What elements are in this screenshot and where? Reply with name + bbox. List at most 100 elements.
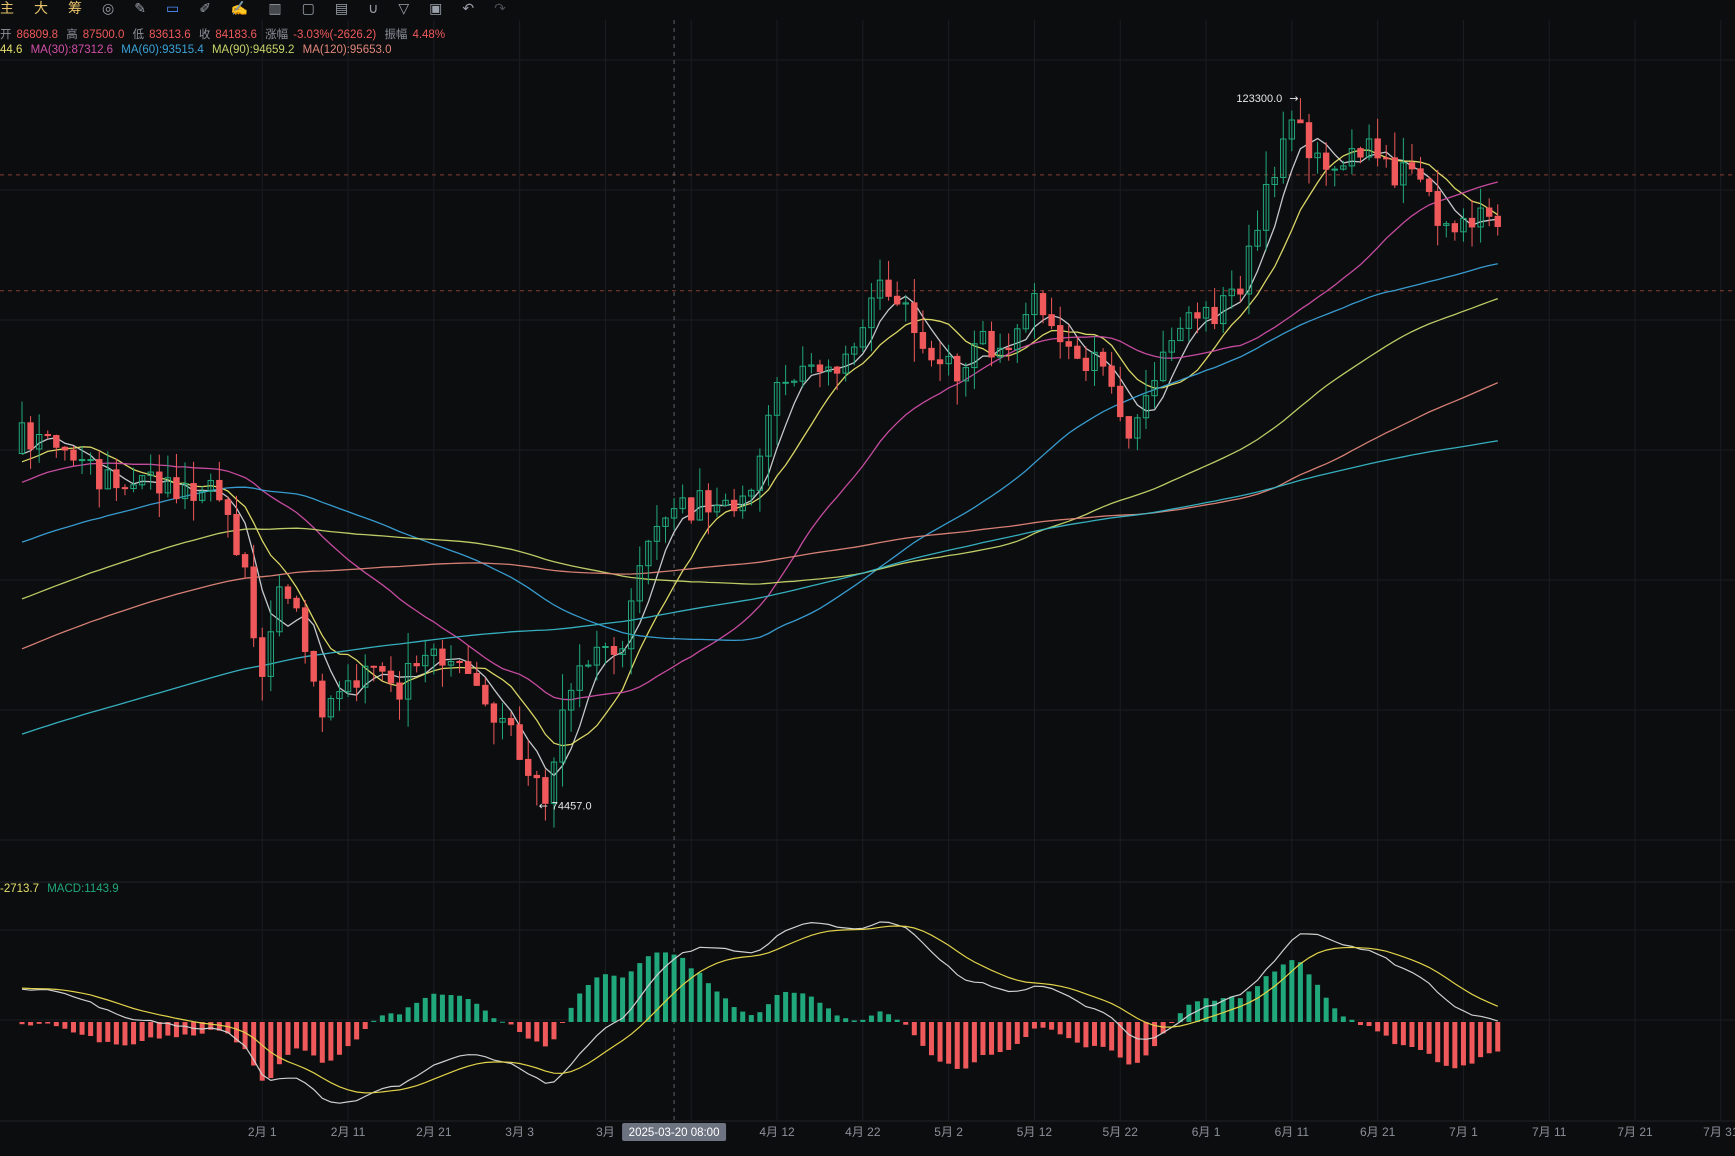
low-marker-label: 74457.0 (552, 800, 592, 812)
macd-bar (1092, 1022, 1097, 1046)
low-label: 低 (132, 29, 145, 41)
macd-bar (148, 1022, 154, 1038)
macd-bar (457, 995, 463, 1022)
pen-icon[interactable]: ✍ (231, 0, 248, 17)
candle-body (1494, 215, 1501, 227)
candle-body (928, 347, 935, 361)
macd-bar (946, 1022, 952, 1064)
candle-body (1125, 416, 1133, 439)
open-label: 开 (0, 29, 12, 41)
candlesticks[interactable] (18, 98, 1501, 828)
brush-icon[interactable]: ✎ (134, 0, 146, 17)
macd-bar (362, 1022, 368, 1029)
macd-bar (817, 1002, 823, 1022)
candle-body (1211, 306, 1218, 325)
candle-body (507, 717, 515, 726)
macd-bar (1126, 1022, 1132, 1065)
candle-body (87, 459, 94, 462)
macd-bar (551, 1022, 557, 1040)
macd-bar (1460, 1022, 1466, 1066)
macd-bar (894, 1019, 900, 1022)
undo-icon[interactable]: ↶ (462, 0, 474, 17)
macd-bar (62, 1022, 68, 1029)
macd-bar (594, 977, 600, 1022)
macd-bar (508, 1022, 514, 1025)
candle-body (96, 459, 103, 490)
macd-bar (1083, 1022, 1089, 1048)
macd-bar (1169, 1022, 1175, 1023)
macd-bar (971, 1022, 977, 1063)
candle-body (988, 330, 995, 358)
macd-bar (1392, 1022, 1398, 1045)
candle-body (911, 302, 918, 334)
indicator-icon[interactable]: ◎ (102, 0, 114, 17)
candle-body (705, 490, 712, 513)
close-label: 收 (198, 29, 211, 41)
macd-bar (1469, 1022, 1475, 1064)
pencil-icon[interactable]: ✐ (199, 0, 211, 17)
candle-body (413, 663, 420, 667)
candles-icon[interactable]: ▥ (268, 0, 281, 17)
candle-body (730, 499, 738, 512)
x-tick-label: 7月 21 (1617, 1125, 1653, 1139)
lock-icon[interactable]: ▢ (302, 0, 315, 17)
trash-icon[interactable]: ▣ (429, 0, 442, 17)
macd-bar (568, 1007, 574, 1022)
candle-body (1005, 347, 1012, 351)
candle-body (816, 364, 824, 373)
candle-body (688, 497, 695, 521)
macd-bar (826, 1008, 832, 1022)
macd-bar (903, 1022, 909, 1025)
macd-bar (53, 1022, 59, 1027)
macd-bar (860, 1019, 866, 1022)
ma-line-120 (21, 382, 1499, 650)
filter-icon[interactable]: ▽ (398, 0, 409, 17)
macd-bar (319, 1022, 325, 1063)
toolbar-item-main[interactable]: 主 (0, 0, 14, 18)
magnet-icon[interactable]: ∪ (368, 0, 378, 17)
macd-bar (1100, 1022, 1106, 1047)
x-tick-label: 3月 3 (505, 1125, 534, 1139)
candle-body (1417, 168, 1424, 180)
note-icon[interactable]: ▤ (335, 0, 348, 17)
candle-body (284, 586, 292, 599)
macd-legend-macd: MACD:1143.9 (47, 883, 119, 895)
macd-bar (1272, 971, 1278, 1022)
macd-bar (113, 1022, 119, 1045)
rect-select-icon[interactable]: ▭ (166, 0, 179, 17)
macd-bar (371, 1020, 377, 1022)
low-value: 83613.6 (149, 29, 191, 41)
macd-bar (1006, 1022, 1012, 1050)
macd-legend-dea: -2713.7 (0, 883, 40, 895)
macd-bar (1426, 1022, 1432, 1054)
macd-bar (808, 996, 814, 1022)
macd-bar (474, 1003, 480, 1022)
macd-bar (1452, 1022, 1458, 1069)
macd-bar (1297, 962, 1303, 1022)
chart-canvas[interactable]: 123300.0 → ← 74457.0 2月 1 2月 11 2月 21 3月 3 3… (0, 0, 1735, 1156)
candle-body (919, 332, 927, 349)
macd-bar (1040, 1022, 1046, 1028)
candle-body (233, 513, 240, 556)
candle-body (1237, 288, 1244, 295)
candle-body (1048, 314, 1055, 327)
toolbar-item-chips[interactable]: 筹 (68, 0, 82, 18)
amplitude-value: 4.48% (412, 29, 446, 41)
macd-bar (388, 1013, 394, 1022)
macd-bar (379, 1015, 385, 1022)
candle-body (370, 665, 377, 668)
macd-bar (560, 1022, 566, 1023)
toolbar-item-big[interactable]: 大 (34, 0, 48, 18)
redo-icon[interactable]: ↷ (494, 0, 506, 17)
x-axis: 2月 12月 112月 213月 33月4月 24月 124月 225月 25月… (248, 1125, 1735, 1139)
candle-body (224, 499, 232, 515)
drawing-toolbar: 主 大 筹 ◎ ✎ ▭ ✐ ✍ ▥ ▢ ▤ ∪ ▽ ▣ ↶ ↷ (0, 0, 506, 16)
candle-body (1485, 207, 1493, 217)
macd-bar (1443, 1022, 1449, 1066)
ma-legend-short: 44.6 (0, 44, 23, 56)
macd-bar (1134, 1022, 1140, 1063)
macd-bar (422, 997, 428, 1022)
macd-bar (1237, 998, 1243, 1022)
candle-body (1374, 138, 1381, 159)
trading-chart[interactable]: 123300.0 → ← 74457.0 2月 1 2月 11 2月 21 3月 3 3… (0, 0, 1735, 1156)
